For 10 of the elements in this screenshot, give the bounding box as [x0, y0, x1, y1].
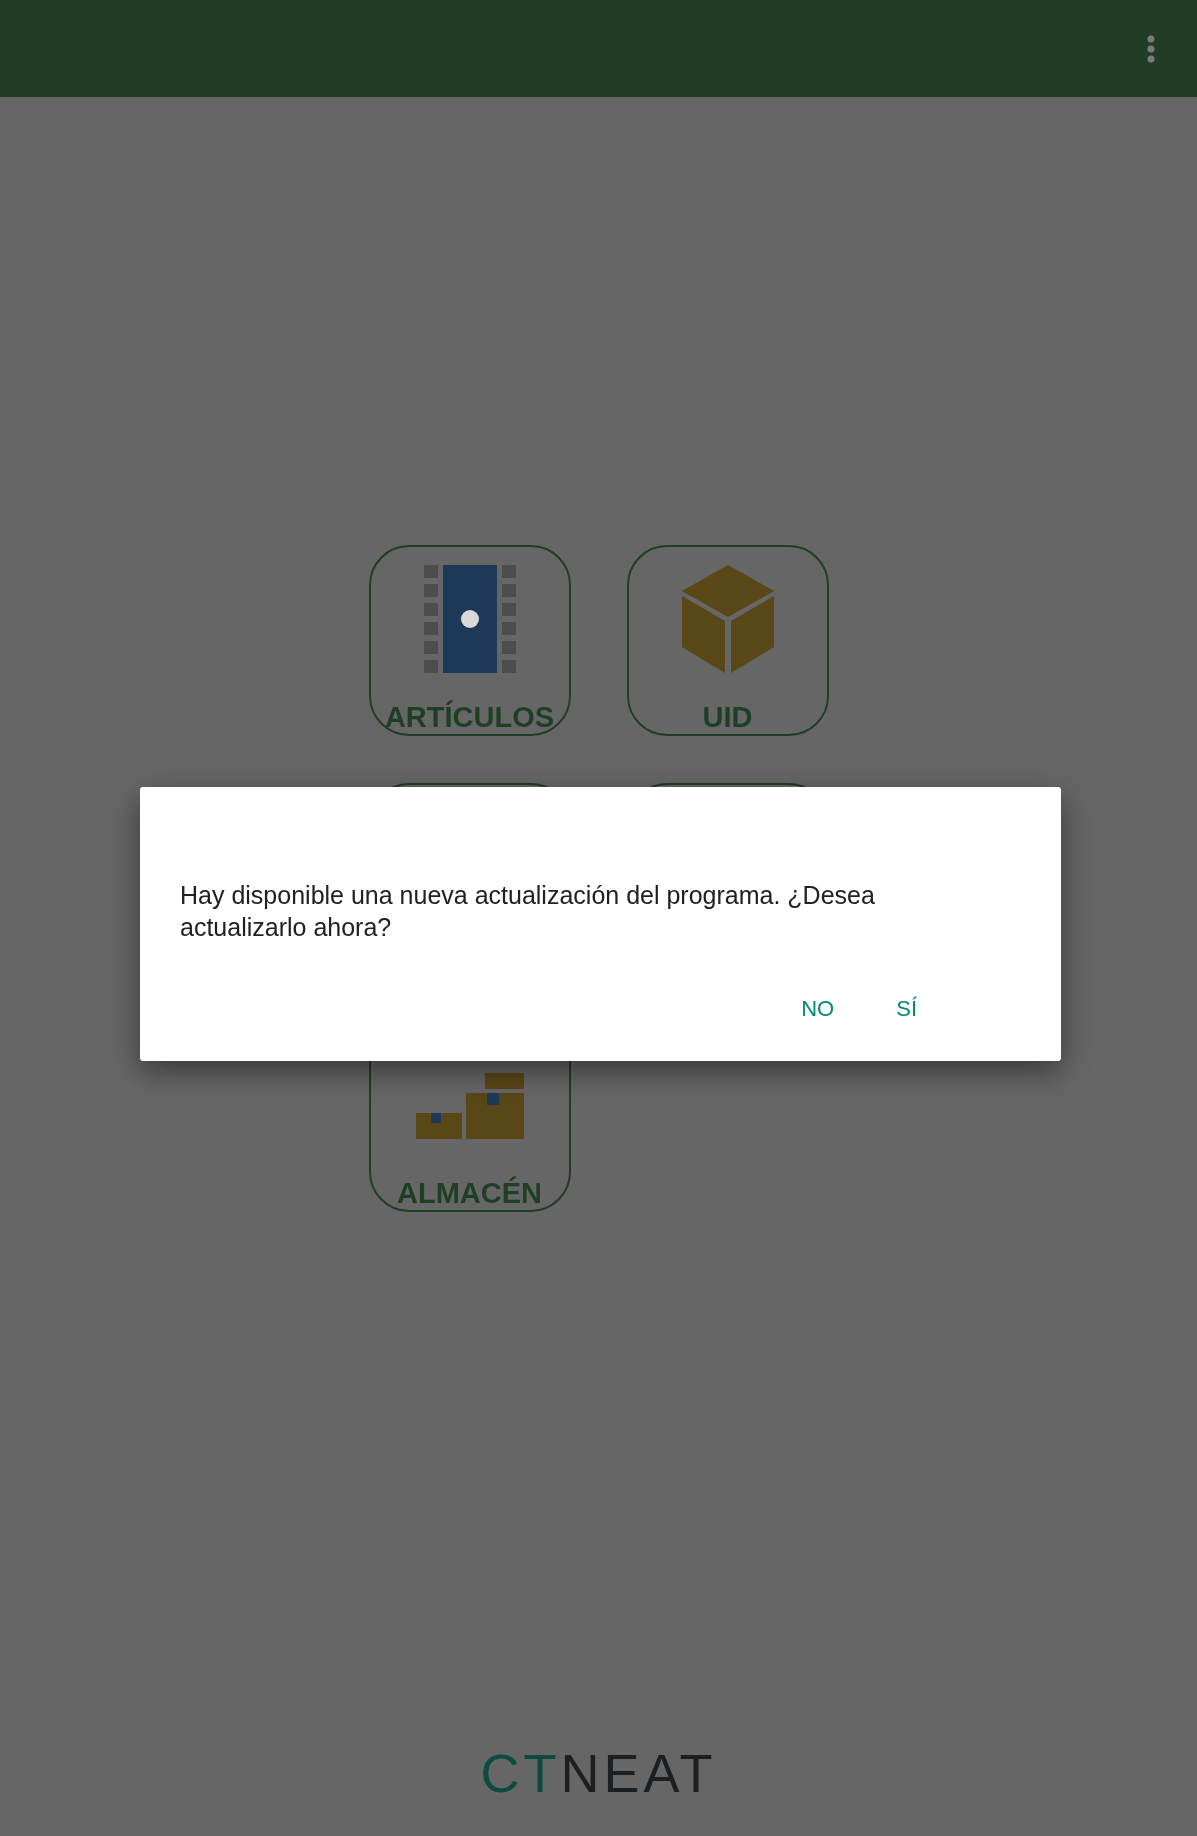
menu-tile[interactable]: UID	[626, 545, 829, 736]
logo: CTNEAT	[480, 1746, 717, 1800]
dialog-message: Hay disponible una nueva actualización del programa. ¿Desea actualizarlo ahora?	[180, 880, 876, 943]
menu-tile[interactable]: ARTÍCULOS	[368, 545, 571, 736]
dialog-button[interactable]: SÍ	[880, 986, 933, 1031]
cube-icon	[681, 565, 774, 673]
more-menu-icon[interactable]	[1147, 34, 1155, 63]
tile-label: UID	[702, 703, 753, 732]
dialog-button[interactable]: NO	[785, 986, 851, 1031]
film-strip-icon	[423, 565, 516, 673]
